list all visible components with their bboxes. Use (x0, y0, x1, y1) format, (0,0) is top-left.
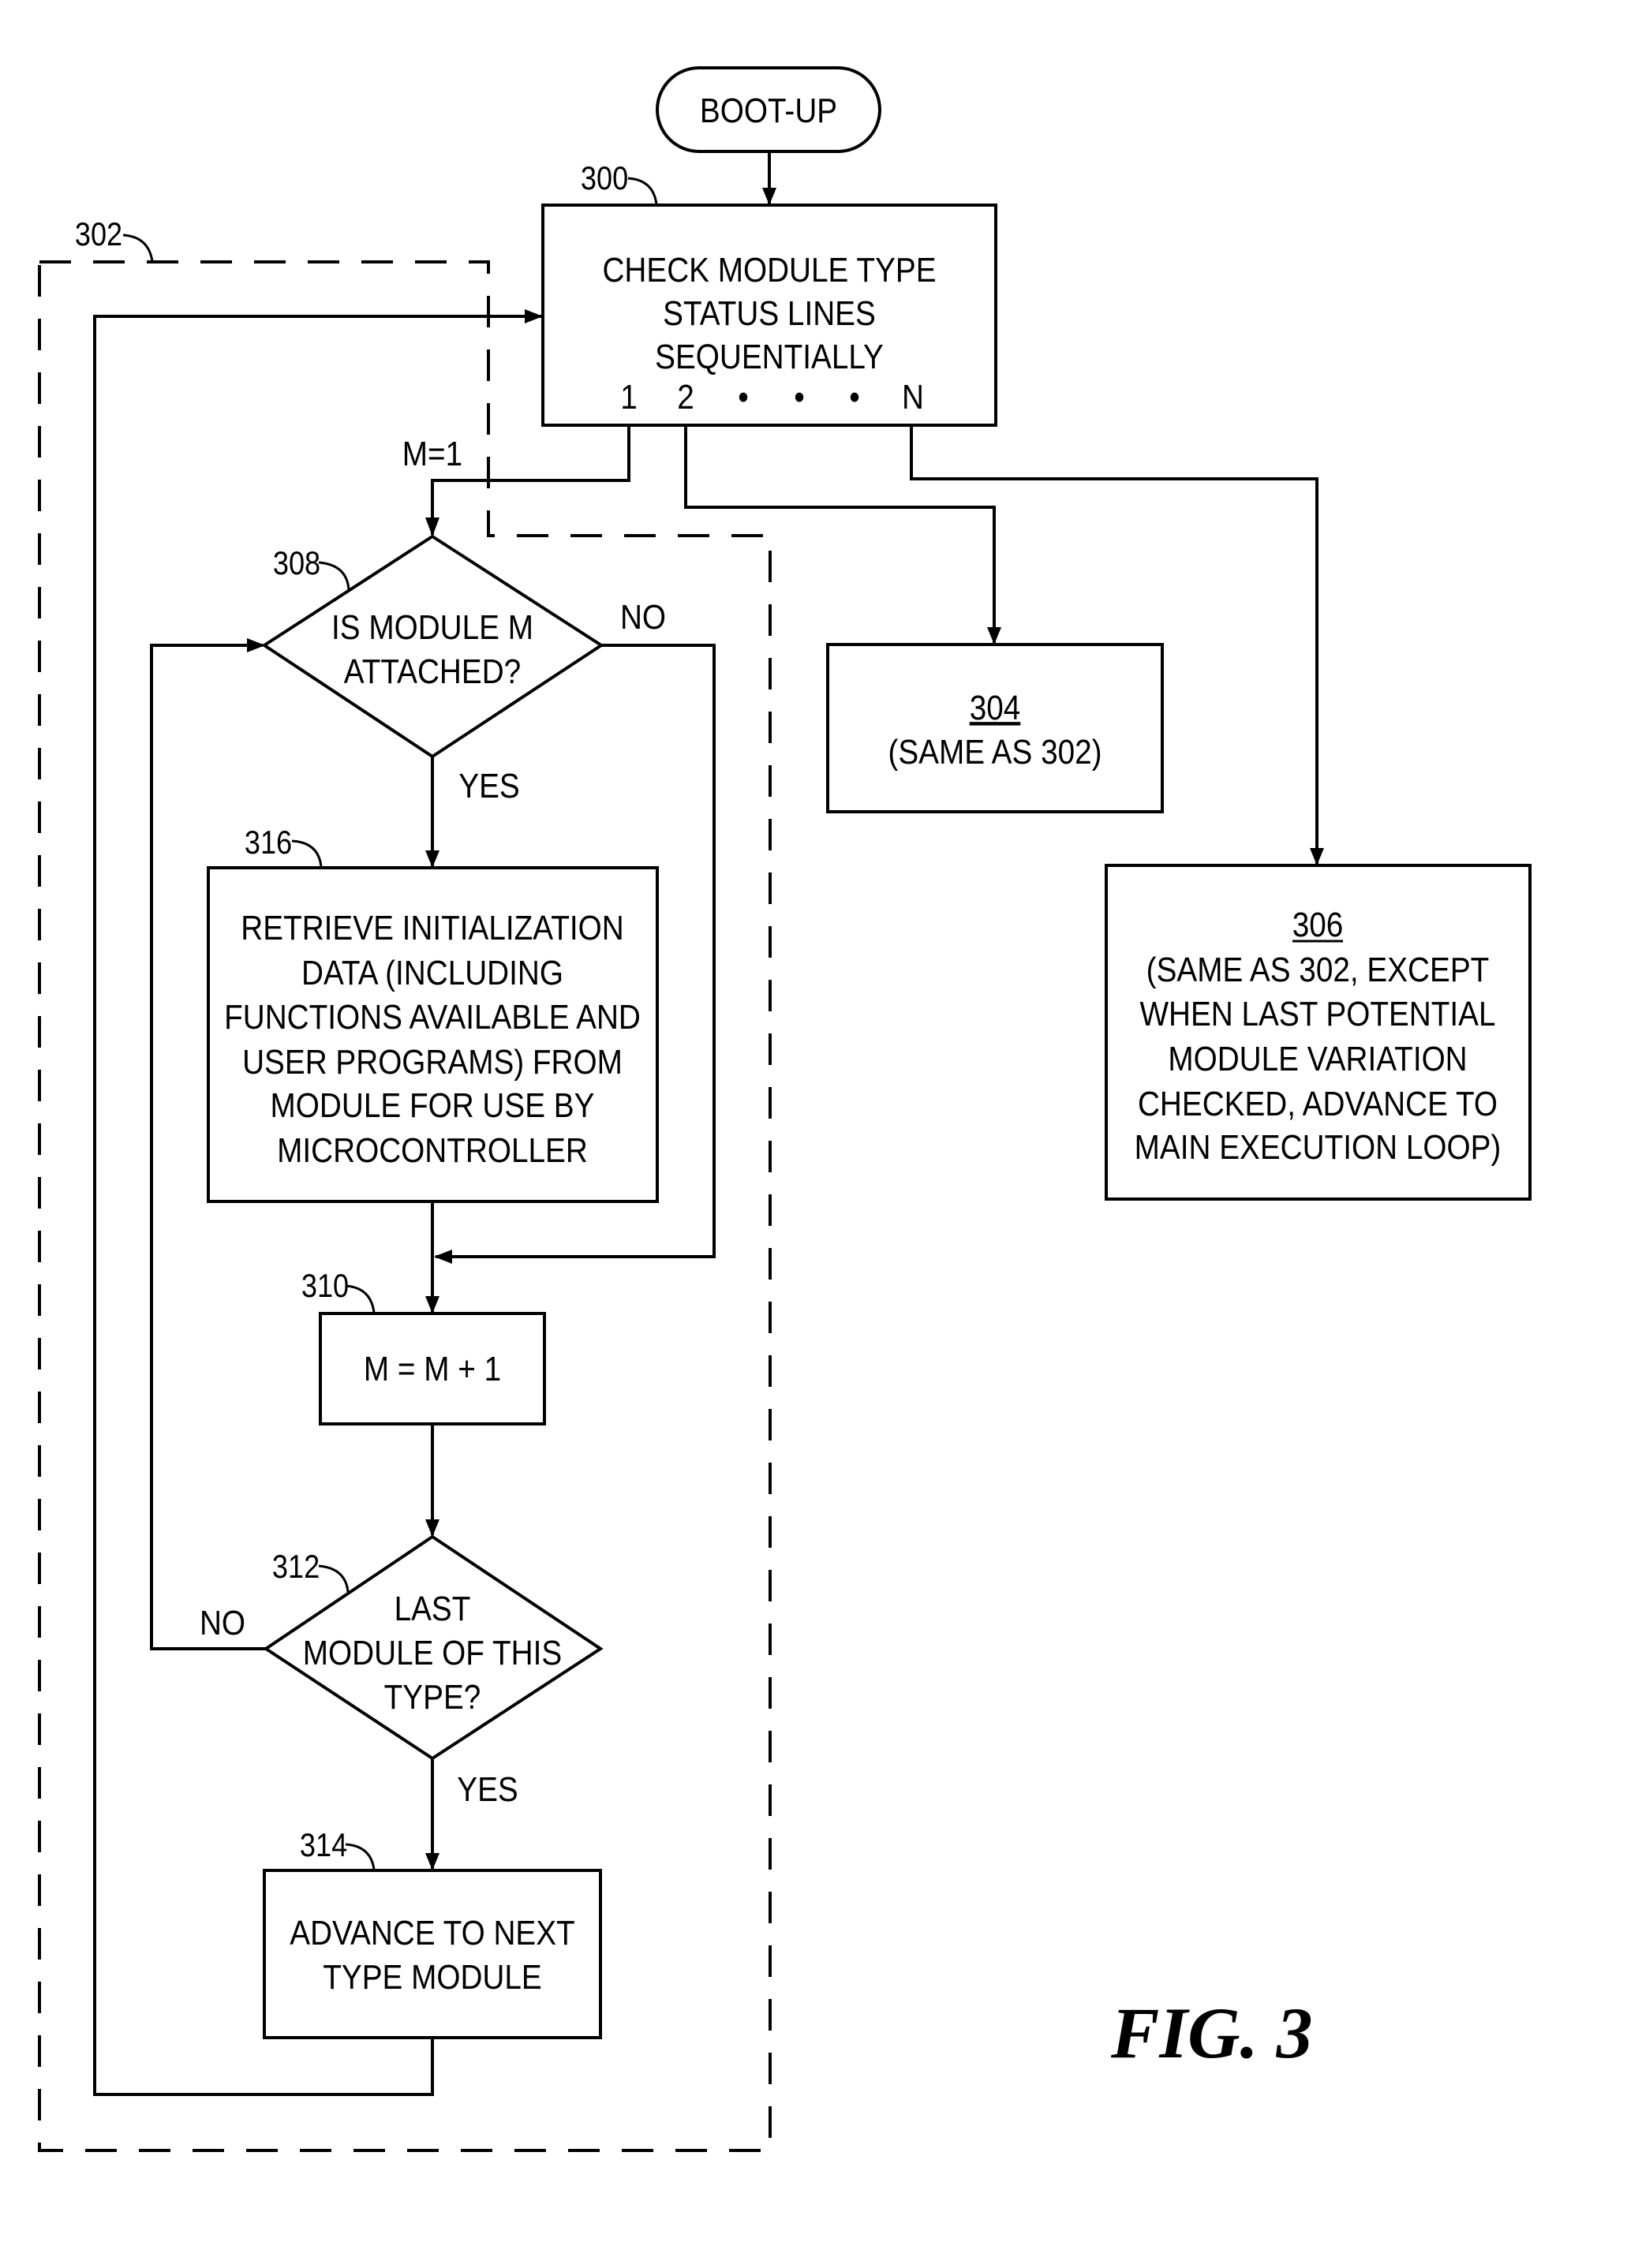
node-312-leader (318, 1564, 350, 1593)
node-314-box (263, 1869, 602, 2039)
node-314-leader (345, 1843, 376, 1870)
node-300-line-3: SEQUENTIALLY (655, 337, 884, 376)
node-316-line-6: MICROCONTROLLER (277, 1130, 588, 1170)
node-316-line-3: FUNCTIONS AVAILABLE AND (224, 997, 641, 1037)
node-314-line-2: TYPE MODULE (323, 1957, 542, 1997)
node-308-ref-label: 308 (273, 546, 320, 582)
node-304-line-1: (SAME AS 302) (888, 732, 1102, 772)
node-312-line-2: MODULE OF THIS (303, 1633, 562, 1672)
node-308-line-1: IS MODULE M (331, 607, 533, 647)
node-300-output-2: 2 (677, 377, 694, 417)
flowchart-canvas: 302 BOOT-UP CHECK MODULE TYPE STATUS LIN… (38, 66, 1532, 2152)
node-300-line-2: STATUS LINES (663, 293, 876, 333)
node-300-leader (627, 177, 658, 205)
node-304-box (826, 643, 1164, 813)
node-316-ref-label: 316 (245, 825, 292, 861)
node-300-output-1: 1 (620, 377, 638, 417)
node-316[interactable]: RETRIEVE INITIALIZATION DATA (INCLUDING … (207, 825, 659, 1203)
arrowhead-300-to-304 (987, 627, 1001, 645)
node-306-line-3: MODULE VARIATION (1168, 1039, 1467, 1078)
arrowhead-308-no (434, 1250, 452, 1264)
node-314-ref-label: 314 (300, 1828, 347, 1864)
node-308-line-2: ATTACHED? (344, 652, 521, 691)
start-terminator-label: BOOT-UP (700, 91, 837, 130)
arrowhead-314-to-300 (525, 309, 543, 323)
node-310-ref-label: 310 (301, 1269, 349, 1305)
node-316-line-1: RETRIEVE INITIALIZATION (241, 908, 623, 947)
arrowhead-308-to-316 (425, 850, 439, 868)
node-306[interactable]: 306 (SAME AS 302, EXCEPT WHEN LAST POTEN… (1105, 864, 1532, 1201)
edge-label-308-no: NO (620, 597, 666, 637)
arrowhead-300-to-306 (1310, 848, 1324, 865)
node-310-line-1: M = M + 1 (364, 1349, 501, 1388)
node-300-line-1: CHECK MODULE TYPE (602, 250, 936, 290)
node-308-leader (318, 561, 350, 591)
node-306-line-5: MAIN EXECUTION LOOP) (1135, 1127, 1502, 1167)
edge-label-312-yes: YES (457, 1769, 518, 1809)
node-312[interactable]: LAST MODULE OF THIS TYPE? 312 (263, 1534, 604, 1761)
figure-caption: FIG. 3 (1110, 1993, 1313, 2073)
node-316-line-2: DATA (INCLUDING (301, 953, 563, 992)
node-306-line-1: (SAME AS 302, EXCEPT (1146, 950, 1490, 989)
node-312-ref-label: 312 (272, 1549, 320, 1586)
node-304-ref: 304 (970, 688, 1021, 727)
node-300-output-dot-2: • (794, 377, 805, 417)
node-316-leader (291, 839, 323, 868)
arrowhead-start-to-300 (762, 188, 776, 205)
arrowhead-300-to-308 (425, 517, 439, 536)
node-308[interactable]: IS MODULE M ATTACHED? 308 (261, 534, 604, 759)
edge-label-312-no: NO (200, 1603, 245, 1642)
node-306-line-4: CHECKED, ADVANCE TO (1138, 1084, 1498, 1123)
arrowhead-310-to-312 (425, 1519, 439, 1537)
node-300-ref-label: 300 (581, 161, 628, 197)
node-310[interactable]: M = M + 1 310 (301, 1269, 546, 1425)
node-300-output-dot-1: • (738, 377, 749, 417)
edge-label-m-init: M=1 (402, 434, 462, 473)
arrowhead-312-to-314 (425, 1853, 439, 1870)
node-306-ref: 306 (1292, 905, 1344, 944)
edge-label-308-yes: YES (458, 766, 519, 805)
node-312-line-3: TYPE? (384, 1677, 481, 1717)
node-312-line-1: LAST (395, 1589, 471, 1628)
group-302-dashed-outline (38, 260, 772, 2152)
group-302-leader (122, 234, 154, 262)
node-306-line-2: WHEN LAST POTENTIAL (1139, 994, 1495, 1033)
start-terminator[interactable]: BOOT-UP (656, 66, 881, 153)
node-314-line-1: ADVANCE TO NEXT (290, 1913, 574, 1952)
node-300-output-n: N (902, 377, 924, 417)
node-310-leader (345, 1284, 376, 1313)
node-304[interactable]: 304 (SAME AS 302) (826, 643, 1164, 813)
group-302-ref-label: 302 (75, 217, 122, 253)
arrowhead-316-to-310 (425, 1296, 439, 1313)
node-316-line-5: MODULE FOR USE BY (271, 1085, 595, 1125)
node-300-output-dot-3: • (849, 377, 860, 417)
node-316-line-4: USER PROGRAMS) FROM (242, 1042, 623, 1082)
